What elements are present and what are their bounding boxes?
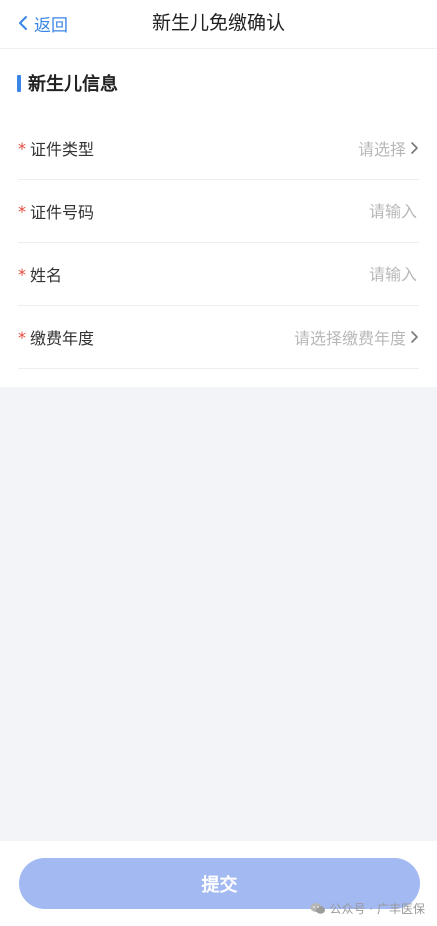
chevron-right-icon bbox=[410, 330, 419, 344]
payment-year-label: 缴费年度 bbox=[30, 329, 95, 348]
name-input[interactable] bbox=[215, 263, 419, 285]
form-row-name: * 姓名 bbox=[18, 243, 419, 306]
navbar: 返回 新生儿免缴确认 bbox=[0, 0, 437, 48]
row-label: * 缴费年度 bbox=[18, 325, 94, 349]
section-title: 新生儿信息 bbox=[28, 74, 118, 95]
name-value bbox=[215, 263, 419, 285]
row-label: * 姓名 bbox=[18, 262, 62, 286]
required-mark: * bbox=[18, 264, 26, 284]
section-accent-bar bbox=[17, 74, 21, 92]
page-title: 新生儿免缴确认 bbox=[151, 12, 285, 34]
id-type-placeholder: 请选择 bbox=[357, 140, 406, 159]
watermark-text: 公众号 · 广丰医保 bbox=[329, 902, 425, 916]
id-number-input[interactable] bbox=[215, 200, 419, 222]
form-row-payment-year[interactable]: * 缴费年度 请选择缴费年度 bbox=[18, 306, 419, 369]
page: 返回 新生儿免缴确认 新生儿信息 * 证件类型 请选择 * 证件号码 请输入 *… bbox=[0, 0, 437, 926]
form-row-id-type[interactable]: * 证件类型 请选择 bbox=[18, 117, 419, 180]
section-header: 新生儿信息 bbox=[17, 71, 118, 95]
required-mark: * bbox=[18, 327, 26, 347]
form-row-id-number: * 证件号码 bbox=[18, 180, 419, 243]
name-label: 姓名 bbox=[30, 266, 63, 285]
wechat-icon bbox=[310, 903, 325, 914]
row-label: * 证件号码 bbox=[18, 199, 94, 223]
id-type-select[interactable]: 请选择 bbox=[358, 136, 419, 160]
required-mark: * bbox=[18, 138, 26, 158]
payment-year-placeholder: 请选择缴费年度 bbox=[293, 329, 406, 348]
payment-year-select[interactable]: 请选择缴费年度 bbox=[294, 325, 419, 349]
id-number-label: 证件号码 bbox=[30, 203, 95, 222]
watermark: 公众号 · 广丰医保 bbox=[310, 900, 425, 917]
form-card: 新生儿信息 * 证件类型 请选择 * 证件号码 请输入 * 姓名 请输入 * 缴… bbox=[0, 49, 437, 387]
row-label: * 证件类型 bbox=[18, 136, 94, 160]
id-type-label: 证件类型 bbox=[30, 140, 95, 159]
id-number-value bbox=[215, 200, 419, 222]
required-mark: * bbox=[18, 201, 26, 221]
chevron-right-icon bbox=[410, 141, 419, 155]
